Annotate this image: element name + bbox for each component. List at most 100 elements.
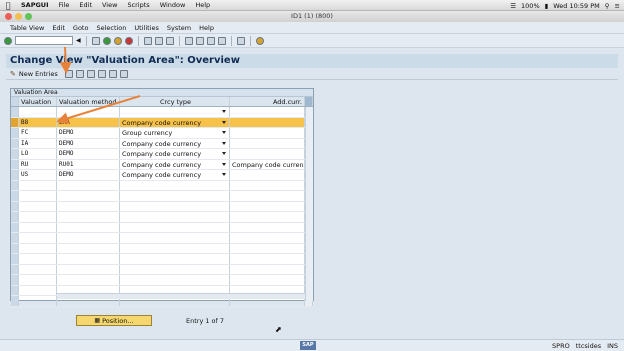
table-row[interactable]: RU RU01 Company code currency Company co… xyxy=(11,159,313,170)
status-server[interactable]: ttcsides xyxy=(576,341,601,351)
dropdown-arrow-icon[interactable] xyxy=(222,152,226,155)
cell-crcy-type[interactable]: Company code currency xyxy=(120,159,230,169)
empty-cell[interactable] xyxy=(19,264,57,274)
mac-app-menu[interactable]: SAPGUI xyxy=(16,1,54,9)
empty-cell[interactable] xyxy=(230,180,305,190)
empty-cell[interactable] xyxy=(19,191,57,201)
delete-icon[interactable] xyxy=(75,69,84,78)
empty-cell[interactable] xyxy=(19,222,57,232)
row-selector[interactable] xyxy=(11,149,19,159)
cell-valuation-method[interactable]: EMA xyxy=(57,117,120,127)
cell-valuation[interactable]: US xyxy=(19,170,57,180)
empty-table-row[interactable] xyxy=(11,180,313,191)
status-mode[interactable]: INS xyxy=(607,341,618,351)
cell-crcy-type[interactable]: Group currency xyxy=(120,128,230,138)
empty-cell[interactable] xyxy=(19,275,57,285)
close-window-button[interactable] xyxy=(5,13,12,20)
empty-cell[interactable] xyxy=(11,222,19,232)
table-row[interactable] xyxy=(11,107,313,118)
cancel-icon[interactable] xyxy=(124,36,133,45)
row-selector[interactable] xyxy=(11,117,19,127)
empty-table-row[interactable] xyxy=(11,275,313,286)
empty-cell[interactable] xyxy=(120,275,230,285)
empty-cell[interactable] xyxy=(11,233,19,243)
empty-cell[interactable] xyxy=(120,201,230,211)
empty-cell[interactable] xyxy=(11,264,19,274)
empty-cell[interactable] xyxy=(120,222,230,232)
select-all-rows-button[interactable] xyxy=(11,97,19,106)
empty-cell[interactable] xyxy=(230,222,305,232)
empty-cell[interactable] xyxy=(230,275,305,285)
command-history-icon[interactable]: ◀ xyxy=(76,37,81,44)
empty-cell[interactable] xyxy=(120,264,230,274)
menu-selection[interactable]: Selection xyxy=(92,24,130,32)
horizontal-scrollbar[interactable] xyxy=(57,293,305,299)
empty-cell[interactable] xyxy=(230,264,305,274)
empty-table-row[interactable] xyxy=(11,264,313,275)
empty-cell[interactable] xyxy=(120,243,230,253)
cell-add-curr[interactable]: Company code currency xyxy=(230,159,305,169)
save-icon[interactable] xyxy=(91,36,100,45)
cell-add-curr[interactable] xyxy=(230,170,305,180)
cell-valuation-method[interactable]: DEMO xyxy=(57,138,120,148)
empty-cell[interactable] xyxy=(19,285,57,295)
dropdown-arrow-icon[interactable] xyxy=(222,110,226,113)
vertical-scrollbar[interactable] xyxy=(305,107,313,301)
empty-cell[interactable] xyxy=(120,180,230,190)
clock[interactable]: Wed 10:59 PM xyxy=(553,2,600,10)
column-header-valuation[interactable]: Valuation xyxy=(19,97,57,106)
menu-help[interactable]: Help xyxy=(195,24,218,32)
cell-valuation-method[interactable]: DEMO xyxy=(57,128,120,138)
empty-cell[interactable] xyxy=(120,254,230,264)
find-next-icon[interactable] xyxy=(165,36,174,45)
empty-cell[interactable] xyxy=(57,222,120,232)
cell-valuation[interactable] xyxy=(19,107,57,117)
menu-system[interactable]: System xyxy=(163,24,195,32)
print-icon[interactable] xyxy=(143,36,152,45)
empty-cell[interactable] xyxy=(19,254,57,264)
list-icon[interactable]: ≡ xyxy=(615,2,620,10)
empty-cell[interactable] xyxy=(120,233,230,243)
wifi-icon[interactable]: ☰ xyxy=(510,2,516,10)
empty-cell[interactable] xyxy=(230,243,305,253)
empty-cell[interactable] xyxy=(57,201,120,211)
cell-add-curr[interactable] xyxy=(230,107,305,117)
mac-menu-help[interactable]: Help xyxy=(190,1,215,9)
cell-valuation[interactable]: IA xyxy=(19,138,57,148)
empty-cell[interactable] xyxy=(19,201,57,211)
row-selector[interactable] xyxy=(11,159,19,169)
empty-cell[interactable] xyxy=(11,285,19,295)
menu-goto[interactable]: Goto xyxy=(69,24,93,32)
table-row[interactable]: B8 EMA Company code currency xyxy=(11,117,313,128)
row-selector[interactable] xyxy=(11,170,19,180)
empty-cell[interactable] xyxy=(11,254,19,264)
select-all-icon[interactable] xyxy=(97,69,106,78)
empty-cell[interactable] xyxy=(11,180,19,190)
row-selector[interactable] xyxy=(11,138,19,148)
empty-table-row[interactable] xyxy=(11,212,313,223)
exit-icon[interactable] xyxy=(113,36,122,45)
empty-cell[interactable] xyxy=(57,264,120,274)
next-page-icon[interactable] xyxy=(206,36,215,45)
empty-cell[interactable] xyxy=(230,212,305,222)
dropdown-arrow-icon[interactable] xyxy=(222,141,226,145)
empty-cell[interactable] xyxy=(19,233,57,243)
cell-crcy-type[interactable]: Company code currency xyxy=(120,170,230,180)
minimize-window-button[interactable] xyxy=(15,13,22,20)
row-selector[interactable] xyxy=(11,128,19,138)
empty-cell[interactable] xyxy=(230,254,305,264)
status-tcode[interactable]: SPRO xyxy=(552,341,570,351)
table-settings-icon[interactable] xyxy=(305,97,313,106)
cell-add-curr[interactable] xyxy=(230,117,305,127)
mac-menu-file[interactable]: File xyxy=(54,1,75,9)
dropdown-arrow-icon[interactable] xyxy=(222,162,226,166)
cell-crcy-type[interactable]: Company code currency xyxy=(120,149,230,159)
empty-table-row[interactable] xyxy=(11,222,313,233)
empty-cell[interactable] xyxy=(11,296,19,306)
empty-cell[interactable] xyxy=(11,191,19,201)
find-icon[interactable] xyxy=(154,36,163,45)
empty-cell[interactable] xyxy=(120,212,230,222)
empty-table-row[interactable] xyxy=(11,233,313,244)
apple-icon[interactable]:  xyxy=(0,1,16,10)
cell-crcy-type[interactable]: Company code currency xyxy=(120,138,230,148)
